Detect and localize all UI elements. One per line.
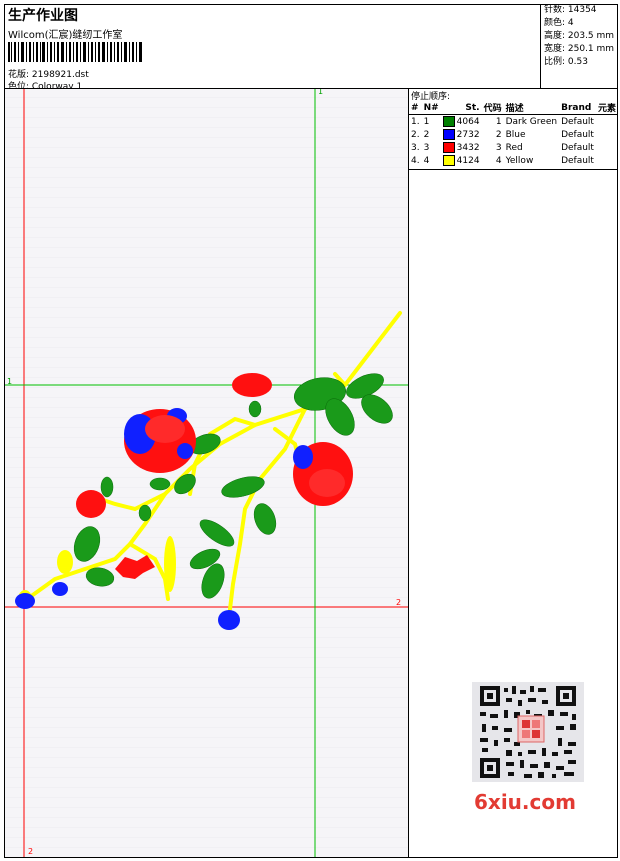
table-header-row: # N# St. 代码 描述 Brand 元素 xyxy=(409,101,618,115)
row-stitches: 3432 xyxy=(456,143,480,153)
row-number: 1 xyxy=(423,116,430,127)
embroidery-design xyxy=(5,89,408,857)
row-code: 3 xyxy=(495,142,502,153)
col-code: 代码 xyxy=(481,101,504,115)
col-brand: Brand xyxy=(559,101,596,115)
row-brand: Default xyxy=(561,155,594,166)
row-stitches: 2732 xyxy=(456,130,480,140)
row-description: Dark Green xyxy=(505,116,558,127)
col-stitches: St. xyxy=(440,101,482,115)
thread-swatch xyxy=(442,129,455,140)
header-left: 生产作业图 Wilcom(汇宸)缝纫工作室 花版: 2198921.dst 色位… xyxy=(6,5,540,92)
design-height: 高度: 203.5 mm xyxy=(544,31,615,41)
table-row: 4. 4 4124 4 Yellow Default xyxy=(409,154,618,167)
col-element: 元素 xyxy=(595,101,618,115)
row-number: 3 xyxy=(423,142,430,153)
color-count: 颜色: 4 xyxy=(544,18,574,28)
col-index: # xyxy=(409,101,422,115)
row-index: 3. xyxy=(411,142,420,153)
stop-sequence-panel: 停止顺序: # N# St. 代码 描述 Brand 元素 1. 1 4064 … xyxy=(409,89,618,170)
barcode-image xyxy=(8,42,142,62)
stats-panel: 针数: 14354 颜色: 4 高度: 203.5 mm 宽度: 250.1 m… xyxy=(540,4,618,88)
design-canvas: 1 1 2 2 xyxy=(5,89,408,857)
red-guide-label-bottom: 2 xyxy=(28,847,34,856)
table-row: 2. 2 2732 2 Blue Default xyxy=(409,128,618,141)
stop-sequence-table: # N# St. 代码 描述 Brand 元素 1. 1 4064 1 Dark… xyxy=(409,101,618,167)
row-description: Red xyxy=(505,142,523,153)
row-description: Blue xyxy=(505,129,526,140)
table-row: 3. 3 3432 3 Red Default xyxy=(409,141,618,154)
design-width: 宽度: 250.1 mm xyxy=(544,44,615,54)
design-scale: 比例: 0.53 xyxy=(544,57,588,67)
row-description: Yellow xyxy=(505,155,534,166)
thread-swatch xyxy=(442,142,455,153)
green-guide-label-left: 1 xyxy=(7,377,13,386)
row-index: 2. xyxy=(411,129,420,140)
row-number: 2 xyxy=(423,129,430,140)
qr-code-image xyxy=(472,682,584,782)
row-index: 1. xyxy=(411,116,420,127)
row-brand: Default xyxy=(561,116,594,127)
row-stitches: 4124 xyxy=(456,156,480,166)
sheet-title: 生产作业图 xyxy=(8,8,78,24)
sheet-subtitle: Wilcom(汇宸)缝纫工作室 xyxy=(8,30,123,41)
canvas-divider xyxy=(408,89,409,858)
row-code: 2 xyxy=(495,129,502,140)
row-brand: Default xyxy=(561,142,594,153)
stitch-count: 针数: 14354 xyxy=(544,5,597,15)
row-code: 4 xyxy=(495,155,502,166)
table-row: 1. 1 4064 1 Dark Green Default xyxy=(409,115,618,129)
col-description: 描述 xyxy=(503,101,560,115)
col-number: N# xyxy=(421,101,441,115)
row-stitches: 4064 xyxy=(456,117,480,127)
red-guide-label-right: 2 xyxy=(396,598,402,607)
green-guide-label-top: 1 xyxy=(318,89,324,96)
thread-swatch xyxy=(442,155,455,166)
thread-swatch xyxy=(442,116,455,127)
row-index: 4. xyxy=(411,155,420,166)
watermark-text: 6xiu.com xyxy=(474,790,576,814)
row-brand: Default xyxy=(561,129,594,140)
row-number: 4 xyxy=(423,155,430,166)
row-code: 1 xyxy=(495,116,502,127)
